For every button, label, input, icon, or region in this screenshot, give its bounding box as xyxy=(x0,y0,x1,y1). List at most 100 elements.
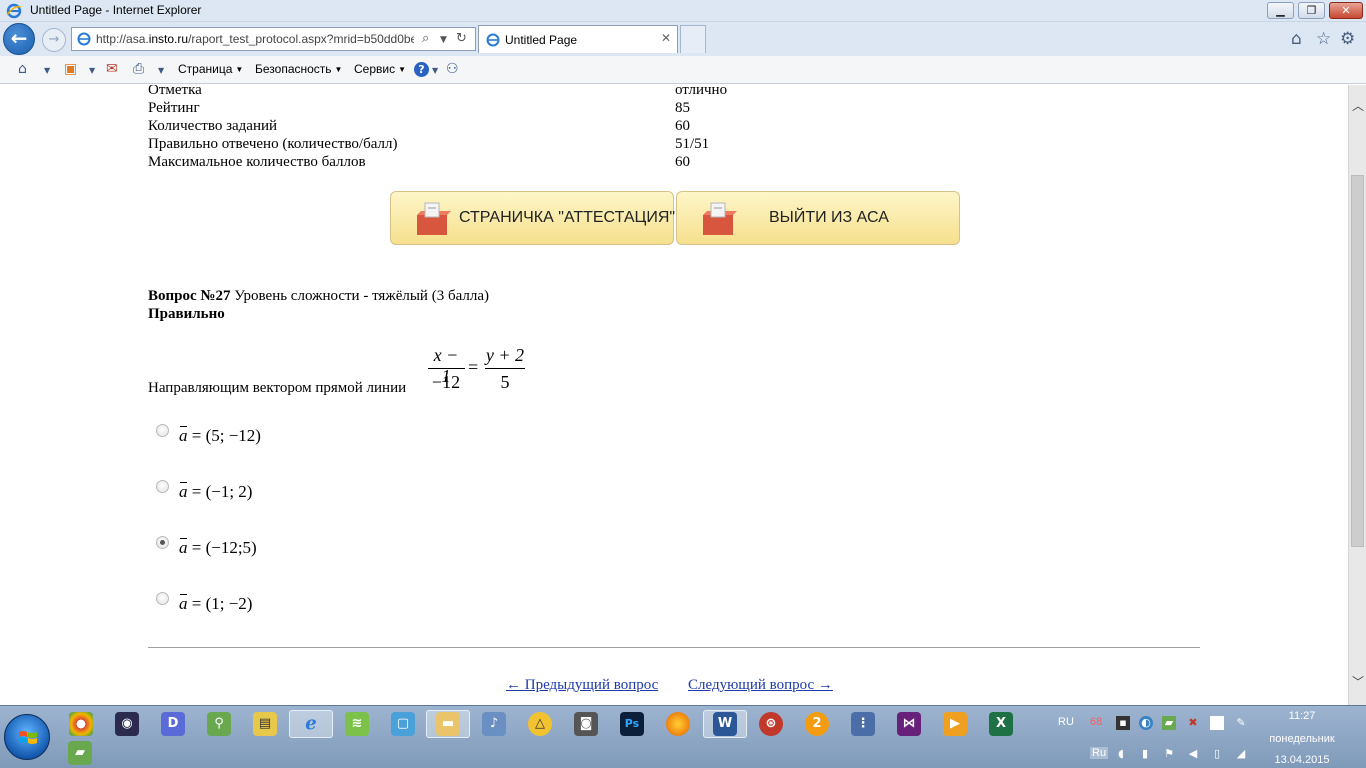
network-app-icon[interactable]: ⚲ xyxy=(207,712,231,736)
scroll-down-arrow-icon[interactable]: ﹀ xyxy=(1349,673,1366,691)
clock-day[interactable]: понедельник xyxy=(1262,733,1342,745)
tab-title: Untitled Page xyxy=(505,33,578,47)
question-number: Вопрос №27 xyxy=(148,288,231,304)
tray-tool-icon[interactable]: ✖ xyxy=(1186,716,1200,730)
language-short[interactable]: Ru xyxy=(1090,747,1109,759)
feeds-dropdown-icon[interactable]: ▼ xyxy=(89,66,95,75)
summary-value: 60 xyxy=(675,118,690,134)
speaker-app-icon[interactable]: ♪ xyxy=(482,712,506,736)
window-app-icon[interactable]: ▢ xyxy=(391,712,415,736)
language-indicator[interactable]: RU xyxy=(1058,716,1074,728)
network-tray-icon[interactable]: ▮ xyxy=(1138,747,1152,761)
safety-menu[interactable]: Безопасность ▼ xyxy=(255,62,342,76)
summary-label: Правильно отвечено (количество/балл) xyxy=(148,136,398,152)
answer-option-2[interactable]: a = (−1; 2) xyxy=(179,482,252,502)
summary-label: Рейтинг xyxy=(148,100,200,116)
tools-gear-icon[interactable]: ⚙ xyxy=(1340,29,1355,49)
folder-icon[interactable]: ▬ xyxy=(436,712,460,736)
photoshop-icon[interactable]: Ps xyxy=(620,712,644,736)
clock-time[interactable]: 11:27 xyxy=(1262,710,1342,722)
daemon-tools-icon[interactable]: D xyxy=(161,712,185,736)
previous-question-link[interactable]: ← Предыдущий вопрос xyxy=(506,677,658,694)
print-icon[interactable]: ⎙ xyxy=(133,61,144,77)
firefox-icon[interactable] xyxy=(666,712,690,736)
close-button[interactable]: ✕ xyxy=(1329,2,1363,19)
home-cmd-icon[interactable]: ⌂ xyxy=(18,61,27,77)
answer-radio-2[interactable] xyxy=(156,480,169,493)
exit-button[interactable]: ВЫЙТИ ИЗ АСА xyxy=(676,191,960,245)
excel-icon[interactable]: X xyxy=(989,712,1013,736)
ballot-box-icon xyxy=(703,202,737,235)
start-button[interactable] xyxy=(4,714,50,760)
question-text: Направляющим вектором прямой линии xyxy=(148,380,407,396)
tab-untitled-page[interactable]: Untitled Page ✕ xyxy=(478,25,678,53)
flag-icon[interactable]: ⚑ xyxy=(1162,747,1176,761)
forward-button[interactable]: → xyxy=(42,28,66,52)
grid-app-icon[interactable]: ⋮ xyxy=(851,712,875,736)
notes-icon[interactable]: ▤ xyxy=(253,712,277,736)
signal-icon[interactable]: ◢ xyxy=(1234,747,1248,761)
minimize-button[interactable]: ▁ xyxy=(1267,2,1294,19)
home-icon[interactable]: ⌂ xyxy=(1291,29,1302,49)
tray-pen-icon[interactable]: ✎ xyxy=(1234,716,1248,730)
tab-close-icon[interactable]: ✕ xyxy=(661,31,671,45)
print-dropdown-icon[interactable]: ▼ xyxy=(158,66,164,75)
answer-radio-3[interactable] xyxy=(156,536,169,549)
refresh-icon[interactable]: ↻ xyxy=(456,31,467,46)
vertical-scrollbar[interactable]: ︿ ﹀ xyxy=(1348,85,1366,705)
word-icon[interactable]: W xyxy=(713,712,737,736)
video-player-icon[interactable]: ▶ xyxy=(943,712,967,736)
fraction-line xyxy=(428,368,465,369)
nvidia-icon[interactable]: ▪ xyxy=(1116,716,1130,730)
next-question-link[interactable]: Следующий вопрос → xyxy=(688,677,833,694)
summary-value: 60 xyxy=(675,154,690,170)
answer-radio-1[interactable] xyxy=(156,424,169,437)
summary-value: 85 xyxy=(675,100,690,116)
research-icon[interactable]: ⚇ xyxy=(446,61,459,77)
address-url[interactable]: http://asa.insto.ru/raport_test_protocol… xyxy=(96,32,414,46)
scroll-up-arrow-icon[interactable]: ︿ xyxy=(1349,97,1366,115)
wifi-app-icon[interactable]: ≋ xyxy=(345,712,369,736)
ballot-box-icon xyxy=(417,202,451,235)
minecraft-icon[interactable]: ▰ xyxy=(68,741,92,765)
ie-taskbar-icon[interactable]: ℯ xyxy=(299,712,323,736)
chrome-icon[interactable] xyxy=(69,712,93,736)
help-dropdown-icon[interactable]: ▼ xyxy=(432,66,438,75)
maximize-button[interactable]: ❐ xyxy=(1298,2,1325,19)
power-icon[interactable]: ▯ xyxy=(1210,747,1224,761)
disc-app-icon[interactable]: ⊛ xyxy=(759,712,783,736)
windows-logo-icon xyxy=(19,731,37,744)
ie-tab-icon xyxy=(486,33,500,47)
favorites-icon[interactable]: ☆ xyxy=(1316,29,1331,49)
tray-app-icon[interactable]: ◐ xyxy=(1139,716,1153,730)
home-dropdown-icon[interactable]: ▼ xyxy=(44,66,50,75)
window-title: Untitled Page - Internet Explorer xyxy=(30,3,202,17)
tools-menu[interactable]: Сервис ▼ xyxy=(354,62,406,76)
tray-block-icon[interactable]: ▰ xyxy=(1162,716,1176,730)
warning-app-icon[interactable]: △ xyxy=(528,712,552,736)
help-icon[interactable]: ? xyxy=(414,62,429,77)
address-bar[interactable]: http://asa.insto.ru/raport_test_protocol… xyxy=(71,27,476,51)
mail-icon[interactable]: ✉ xyxy=(106,61,118,77)
scrollbar-thumb[interactable] xyxy=(1351,175,1364,547)
camera-icon[interactable]: ◙ xyxy=(574,712,598,736)
volume-icon[interactable]: ◖ xyxy=(1114,747,1128,761)
dropdown-icon[interactable]: ▼ xyxy=(440,35,447,45)
attestation-button[interactable]: СТРАНИЧКА "АТТЕСТАЦИЯ" xyxy=(390,191,675,245)
feeds-icon[interactable]: ▣ xyxy=(64,61,77,77)
chat-app-icon[interactable]: 2 xyxy=(805,712,829,736)
tray-doc-icon[interactable] xyxy=(1210,716,1224,730)
speaker-icon[interactable]: ◀ xyxy=(1186,747,1200,761)
answer-radio-4[interactable] xyxy=(156,592,169,605)
page-menu[interactable]: Страница ▼ xyxy=(178,62,243,76)
visual-studio-icon[interactable]: ⋈ xyxy=(897,712,921,736)
clock-date[interactable]: 13.04.2015 xyxy=(1262,754,1342,766)
media-player-icon[interactable]: ◉ xyxy=(115,712,139,736)
answer-option-1[interactable]: a = (5; −12) xyxy=(179,426,261,446)
back-button[interactable]: ← xyxy=(3,23,35,55)
taskbar: ◉ D ⚲ ▤ ℯ ≋ ▢ ▬ ♪ △ ◙ Ps W ⊛ 2 ⋮ ⋈ ▶ X ▰… xyxy=(0,705,1366,768)
new-tab-button[interactable] xyxy=(680,25,706,53)
answer-option-3[interactable]: a = (−12;5) xyxy=(179,538,257,558)
search-icon[interactable]: ⌕ xyxy=(422,31,429,46)
answer-option-4[interactable]: a = (1; −2) xyxy=(179,594,252,614)
